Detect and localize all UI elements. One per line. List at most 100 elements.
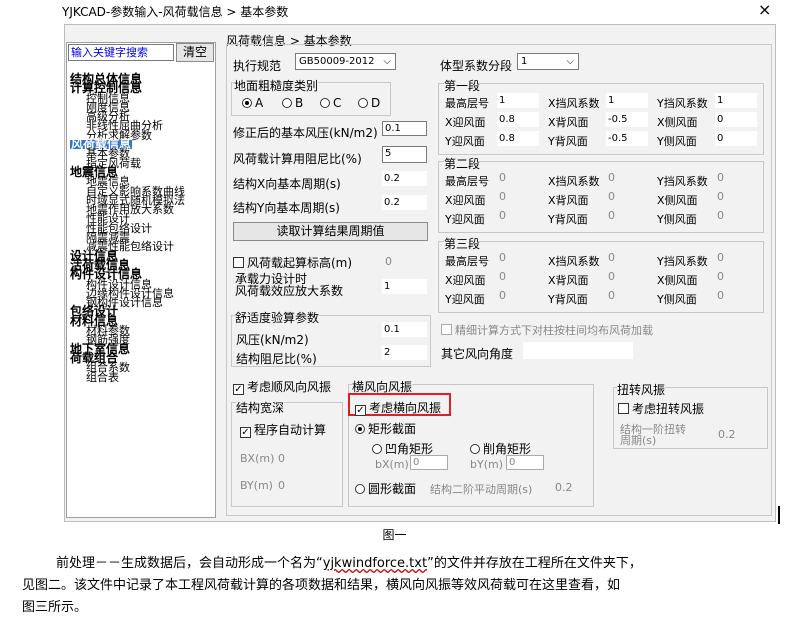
close-icon[interactable]: ×: [758, 0, 771, 19]
tx-input[interactable]: 0.2: [382, 171, 427, 186]
damping-input[interactable]: 5: [382, 146, 427, 163]
seg1-y-shape-value[interactable]: 1: [715, 93, 757, 108]
seg2-xw-label: X迎风面: [445, 194, 486, 207]
seg1-ys-label: Y侧风面: [657, 135, 697, 148]
seg2-xs-label: X侧风面: [657, 194, 698, 207]
paragraph-line-1: 前处理－－生成数据后，会自动形成一个名为“yjkwindforce.txt”的文…: [56, 556, 642, 571]
seg1-title: 第一段: [444, 77, 481, 94]
nav-tree: 结构总体信息 计算控制信息 控制信息 刚度信息 高级分析 非线性屈曲分析 分析求解参数 风荷载…: [70, 73, 214, 383]
other-angle-input[interactable]: [523, 342, 633, 359]
chevron-down-icon: ⌵: [383, 56, 391, 67]
radio-icon: [320, 98, 330, 108]
seg1-x-shape-value[interactable]: 1: [606, 93, 648, 108]
seg1-yl-value[interactable]: -0.5: [606, 131, 648, 146]
roughness-d[interactable]: D: [358, 96, 380, 110]
seg2-yw-label: Y迎风面: [445, 213, 485, 226]
checkbox-icon: [441, 324, 452, 335]
by-value: 0: [278, 479, 285, 492]
clear-button[interactable]: 清空: [176, 43, 214, 62]
fine-calc-checkbox[interactable]: 精细计算方式下对柱按柱间均布风荷加载: [441, 322, 653, 338]
checkbox-icon: [618, 403, 629, 414]
seg3-xl-value: 0: [608, 270, 615, 283]
seg2-xl-value: 0: [608, 190, 615, 203]
seg3-xl-label: X背风面: [548, 274, 589, 287]
window-title: YJKCAD-参数输入-风荷载信息 > 基本参数: [62, 5, 289, 19]
comfort-damping-input[interactable]: 2: [382, 345, 427, 360]
seg2-xl-label: X背风面: [548, 194, 589, 207]
seg3-x-shape-label: X挡风系数: [548, 255, 600, 268]
seg2-y-shape-value: 0: [717, 171, 724, 184]
seg2-ys-label: Y侧风面: [657, 213, 697, 226]
other-angle-label: 其它风向角度: [441, 347, 514, 361]
filename: yjkwindforce.txt: [322, 556, 428, 571]
shape-seg-select[interactable]: 1 ⌵: [517, 53, 579, 70]
roughness-a[interactable]: A: [242, 96, 263, 110]
comfort-pressure-input[interactable]: 0.1: [382, 322, 427, 337]
comfort-title: 舒适度验算参数: [235, 309, 320, 326]
checkbox-icon: ✓: [233, 384, 244, 395]
seg3-yl-value: 0: [608, 289, 615, 302]
figure-caption: 图一: [382, 528, 407, 542]
seg1-xs-value[interactable]: 0: [715, 112, 757, 127]
seg3-xw-label: X迎风面: [445, 274, 486, 287]
radio-icon: [355, 424, 365, 434]
torsion-checkbox[interactable]: 考虑扭转风振: [618, 400, 704, 417]
shape-seg-label: 体型系数分段: [440, 59, 513, 73]
seg3-yw-value: 0: [499, 289, 506, 302]
torsion-period-label: 结构一阶扭转 周期(s): [620, 423, 686, 447]
seg3-title: 第三段: [444, 235, 481, 252]
roughness-c[interactable]: C: [320, 96, 341, 110]
bxm-input[interactable]: 0: [410, 455, 448, 470]
auto-calc-checkbox[interactable]: ✓ 程序自动计算: [240, 421, 326, 438]
circle-radio[interactable]: 圆形截面: [355, 480, 416, 497]
ty-input[interactable]: 0.2: [382, 195, 427, 210]
radio-icon: [355, 484, 365, 494]
damping-label: 风荷载计算用阻尼比(%): [233, 152, 362, 166]
code-label: 执行规范: [233, 59, 282, 73]
seg1-ys-value[interactable]: 0: [715, 131, 757, 146]
seg3-ys-value: 0: [717, 289, 724, 302]
seg2-yw-value: 0: [499, 209, 506, 222]
seg1-xs-label: X侧风面: [657, 116, 698, 129]
base-pressure-label: 修正后的基本风压(kN/m2): [233, 126, 378, 140]
seg1-top-floor-value[interactable]: 1: [497, 93, 539, 108]
text-cursor: [778, 506, 780, 524]
rect-radio[interactable]: 矩形截面: [355, 420, 416, 437]
start-height-checkbox[interactable]: 风荷载起算标高(m): [233, 254, 352, 271]
tree-item[interactable]: 组合表: [70, 372, 214, 383]
bxm-label: bX(m): [375, 458, 409, 471]
seg1-xl-label: X背风面: [548, 116, 589, 129]
seg1-xw-value[interactable]: 0.8: [497, 112, 539, 127]
seg3-ys-label: Y侧风面: [657, 293, 697, 306]
radio-icon: [470, 444, 480, 454]
seg2-xw-value: 0: [499, 190, 506, 203]
tx-label: 结构X向基本周期(s): [233, 177, 341, 191]
base-pressure-input[interactable]: 0.1: [382, 121, 427, 136]
amp-input[interactable]: 1: [382, 279, 427, 294]
shape-seg-value: 1: [521, 56, 528, 67]
roughness-b[interactable]: B: [282, 96, 303, 110]
start-height-value: 0: [385, 255, 392, 268]
seg1-y-shape-label: Y挡风系数: [657, 97, 708, 110]
seg3-yl-label: Y背风面: [548, 293, 588, 306]
read-period-button[interactable]: 读取计算结果周期值: [233, 222, 428, 241]
code-select[interactable]: GB50009-2012 ⌵: [295, 53, 396, 70]
seg1-yw-value[interactable]: 0.8: [497, 131, 539, 146]
chevron-down-icon: ⌵: [566, 56, 574, 67]
paragraph-line-3: 图三所示。: [22, 600, 88, 615]
cross-wind-checkbox[interactable]: ✓ 考虑横向风振: [355, 399, 441, 416]
seg2-y-shape-label: Y挡风系数: [657, 175, 708, 188]
seg3-y-shape-label: Y挡风系数: [657, 255, 708, 268]
checkbox-icon: ✓: [240, 427, 251, 438]
second-period-value: 0.2: [555, 481, 573, 494]
search-input[interactable]: 输入关键字搜索: [68, 44, 174, 61]
seg3-group: [438, 241, 764, 313]
seg1-xl-value[interactable]: -0.5: [606, 112, 648, 127]
seg1-yl-label: Y背风面: [548, 135, 588, 148]
bym-input[interactable]: 0: [506, 455, 544, 470]
seg2-yl-label: Y背风面: [548, 213, 588, 226]
bx-label: BX(m): [240, 452, 275, 465]
along-wind-checkbox[interactable]: ✓ 考虑顺风向风振: [233, 378, 331, 395]
seg3-top-floor-label: 最高层号: [445, 255, 489, 268]
second-period-label: 结构二阶平动周期(s): [430, 483, 533, 496]
